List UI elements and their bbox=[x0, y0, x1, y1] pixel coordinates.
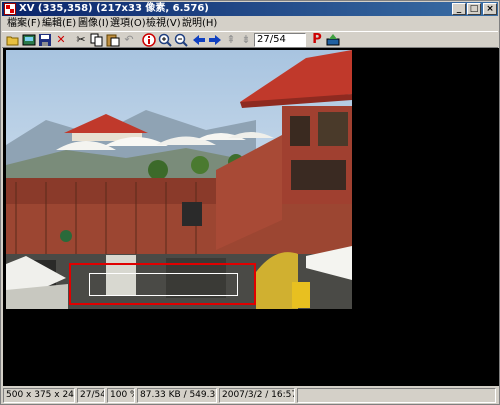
menu-bar: 檔案(F) 編輯(E) 圖像(I) 選項(O) 檢視(V) 說明(H) bbox=[2, 16, 498, 31]
previous-icon[interactable] bbox=[192, 33, 206, 47]
menu-help[interactable]: 說明(H) bbox=[182, 17, 217, 30]
maximize-button[interactable]: □ bbox=[467, 3, 481, 15]
menu-options[interactable]: 選項(O) bbox=[110, 17, 146, 30]
app-icon[interactable] bbox=[4, 3, 16, 15]
copy-icon[interactable] bbox=[90, 33, 104, 47]
open-folder-icon[interactable] bbox=[6, 33, 20, 47]
minimize-button[interactable]: _ bbox=[452, 3, 466, 15]
status-zoom: 100 % bbox=[107, 388, 135, 403]
window-title: XV (335,358) (217x33 像素, 6.576) bbox=[19, 3, 209, 14]
status-timestamp: 2007/3/2 / 16:57:48 bbox=[219, 388, 295, 403]
title-bar[interactable]: XV (335,358) (217x33 像素, 6.576) _ □ × bbox=[2, 2, 498, 16]
app-window: XV (335,358) (217x33 像素, 6.576) _ □ × 檔案… bbox=[0, 0, 500, 405]
status-dimensions: 500 x 375 x 24 BPP bbox=[3, 388, 75, 403]
status-empty bbox=[297, 388, 496, 403]
zoom-out-icon[interactable] bbox=[174, 33, 188, 47]
first-page-icon[interactable]: ⇞ bbox=[224, 33, 238, 47]
print-icon[interactable]: P bbox=[310, 33, 324, 47]
menu-image[interactable]: 圖像(I) bbox=[78, 17, 109, 30]
info-icon[interactable] bbox=[142, 33, 156, 47]
crop-rectangle[interactable] bbox=[89, 273, 238, 296]
last-page-icon[interactable]: ⇟ bbox=[239, 33, 253, 47]
save-icon[interactable] bbox=[38, 33, 52, 47]
status-filesize: 87.33 KB / 549.36 KB bbox=[137, 388, 217, 403]
menu-edit[interactable]: 編輯(E) bbox=[42, 17, 76, 30]
thumbnail-icon[interactable] bbox=[22, 33, 36, 47]
menu-file[interactable]: 檔案(F) bbox=[7, 17, 41, 30]
scan-icon[interactable] bbox=[326, 33, 340, 47]
next-icon[interactable] bbox=[208, 33, 222, 47]
paste-icon[interactable] bbox=[106, 33, 120, 47]
delete-icon[interactable]: ✕ bbox=[54, 33, 68, 47]
menu-view[interactable]: 檢視(V) bbox=[146, 17, 181, 30]
status-bar: 500 x 375 x 24 BPP 27/54 100 % 87.33 KB … bbox=[2, 387, 498, 404]
image-viewport[interactable] bbox=[3, 48, 499, 386]
status-page: 27/54 bbox=[77, 388, 105, 403]
undo-icon[interactable]: ↶ bbox=[122, 33, 136, 47]
toolbar: ✕ ✂ ↶ ⇞ ⇟ 27/54 P bbox=[2, 31, 498, 48]
page-number-field[interactable]: 27/54 bbox=[254, 33, 306, 47]
close-button[interactable]: × bbox=[483, 3, 497, 15]
cut-icon[interactable]: ✂ bbox=[74, 33, 88, 47]
zoom-in-icon[interactable] bbox=[158, 33, 172, 47]
